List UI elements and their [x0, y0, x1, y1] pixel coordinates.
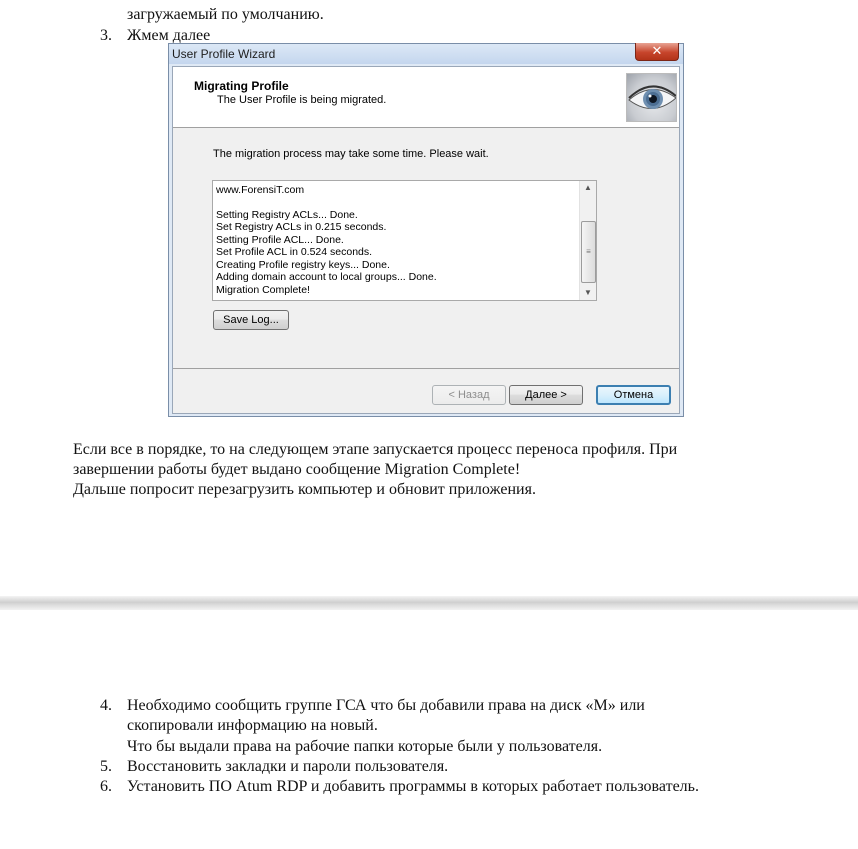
step-4-text: скопировали информацию на новый. [127, 717, 378, 734]
wizard-header-title: Migrating Profile [194, 79, 289, 93]
close-icon[interactable]: ✕ [635, 43, 679, 61]
cancel-button[interactable]: Отмена [596, 385, 671, 405]
footer-divider [173, 368, 679, 369]
scroll-down-icon[interactable]: ▼ [580, 286, 596, 300]
dialog-title: User Profile Wizard [172, 47, 276, 61]
step-6-number: 6. [100, 778, 112, 795]
paragraph-line: Если все в порядке, то на следующем этап… [73, 441, 678, 458]
log-scrollbar[interactable]: ▲ ≡ ▼ [579, 181, 596, 300]
doc-partial-line: загружаемый по умолчанию. [127, 6, 324, 23]
dialog-client-area: Migrating Profile The User Profile is be… [172, 66, 680, 414]
scroll-thumb[interactable]: ≡ [581, 221, 596, 283]
dialog-titlebar: User Profile Wizard ✕ [169, 43, 683, 64]
save-log-button[interactable]: Save Log... [213, 310, 289, 330]
log-line: www.ForensiT.com [216, 184, 305, 196]
migration-info-text: The migration process may take some time… [213, 148, 489, 160]
page-break [0, 596, 858, 610]
eye-icon [626, 73, 677, 122]
scroll-up-icon[interactable]: ▲ [580, 181, 596, 195]
back-button[interactable]: < Назад [432, 385, 506, 405]
log-line: Set Registry ACLs in 0.215 seconds. [216, 221, 387, 233]
log-line: Creating Profile registry keys... Done. [216, 259, 390, 271]
wizard-header-subtitle: The User Profile is being migrated. [217, 94, 387, 106]
wizard-dialog-screenshot: User Profile Wizard ✕ Migrating Profile … [168, 43, 684, 417]
wizard-header: Migrating Profile The User Profile is be… [173, 67, 679, 128]
step-4-text: Что бы выдали права на рабочие папки кот… [127, 738, 603, 755]
next-button[interactable]: Далее > [509, 385, 583, 405]
migration-log[interactable]: www.ForensiT.com Setting Registry ACLs..… [212, 180, 597, 301]
step-4-text: Необходимо сообщить группе ГСА что бы до… [127, 697, 645, 714]
step-5-number: 5. [100, 758, 112, 775]
log-line: Setting Registry ACLs... Done. [216, 209, 358, 221]
step-6-text: Установить ПО Atum RDP и добавить програ… [127, 778, 699, 795]
log-line: Set Profile ACL in 0.524 seconds. [216, 246, 373, 258]
step-4-number: 4. [100, 697, 112, 714]
step-5-text: Восстановить закладки и пароли пользоват… [127, 758, 449, 775]
paragraph-line: завершении работы будет выдано сообщение… [73, 461, 521, 478]
log-line: Migration Complete! [216, 284, 310, 296]
step-3-number: 3. [100, 27, 112, 44]
log-line: Adding domain account to local groups...… [216, 271, 437, 283]
paragraph-line: Дальше попросит перезагрузить компьютер … [73, 481, 536, 498]
log-line: Setting Profile ACL... Done. [216, 234, 344, 246]
